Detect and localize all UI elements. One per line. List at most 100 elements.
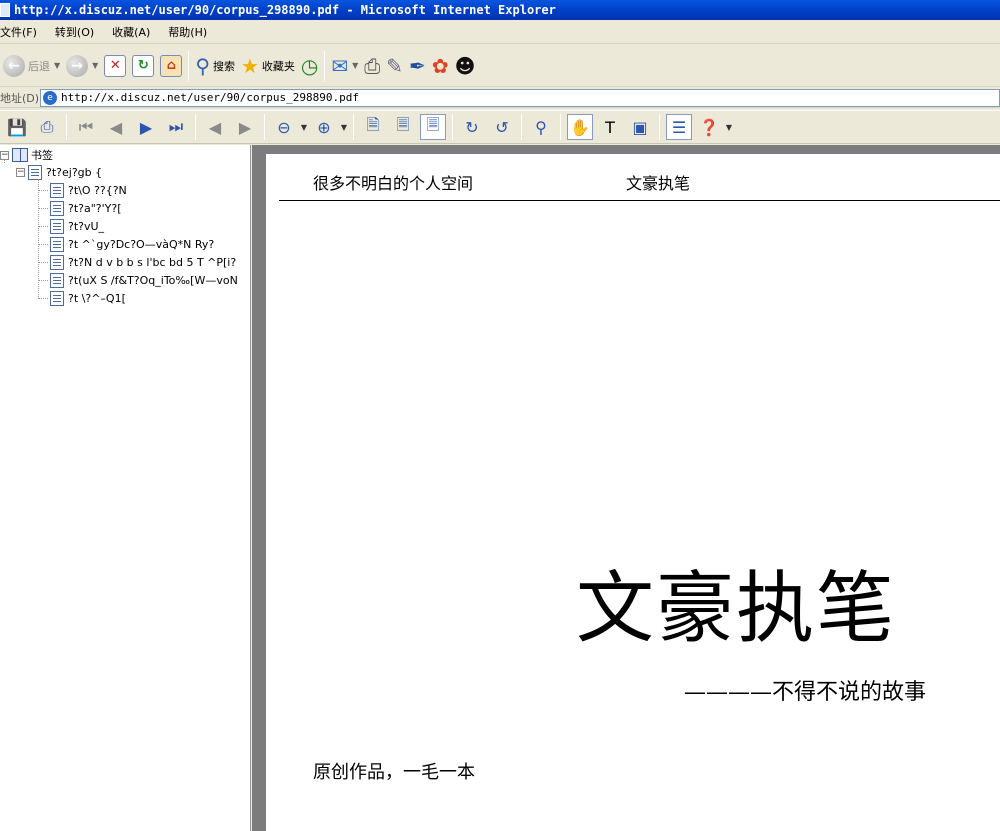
zoom-out-dropdown-icon[interactable]: ▼: [299, 114, 309, 140]
rotate-counterclockwise-icon[interactable]: ↺: [489, 114, 515, 140]
forward-button[interactable]: → ▼: [63, 50, 101, 82]
bookmark-page-icon: [50, 200, 64, 216]
history-icon: ◷: [300, 53, 319, 78]
page-header-right: 文豪执笔: [626, 174, 691, 193]
search-label: 搜索: [212, 59, 235, 73]
document-viewer[interactable]: 很多不明白的个人空间 文豪执笔 文豪执笔 ————不得不说的故事 原创作品，一毛…: [252, 145, 1000, 831]
stop-button[interactable]: ✕: [101, 50, 129, 82]
address-field[interactable]: e http://x.discuz.net/user/90/corpus_298…: [40, 88, 1000, 107]
fit-width-icon[interactable]: 🗏: [420, 114, 446, 140]
bookmarks-root[interactable]: − 书签: [0, 147, 53, 163]
stop-icon: ✕: [104, 54, 127, 77]
menu-favorites[interactable]: 收藏(A): [112, 24, 158, 40]
search-icon: ⚲: [195, 53, 210, 78]
mail-dropdown-icon[interactable]: ▼: [352, 61, 358, 70]
collapse-parent-icon[interactable]: −: [16, 167, 25, 177]
tree-connector: [38, 189, 48, 191]
bookmark-item[interactable]: ?t?vU_: [38, 217, 104, 235]
rotate-clockwise-icon[interactable]: ↻: [459, 114, 485, 140]
tree-connector: [38, 243, 48, 245]
bookmark-item[interactable]: ?t ^`gy?Dc?O—vàQ*N Ry?: [38, 235, 214, 253]
bookmark-page-icon: [50, 272, 64, 288]
toolbar-separator: [324, 50, 326, 81]
bookmark-parent[interactable]: − ?t?ej?gb {: [16, 163, 102, 181]
page-header-left: 很多不明白的个人空间: [313, 174, 474, 193]
pdf-toolbar-separator: [353, 114, 354, 140]
history-button[interactable]: ◷: [298, 50, 321, 82]
back-dropdown-icon[interactable]: ▼: [54, 61, 60, 70]
bookmark-item[interactable]: ?t?N d v b b s l'bc bd 5 T ^P[i?: [38, 253, 236, 271]
window-title: http://x.discuz.net/user/90/corpus_29889…: [14, 3, 556, 17]
find-binoculars-icon[interactable]: ⚲: [528, 114, 554, 140]
first-page-icon[interactable]: ⏮: [73, 114, 99, 140]
tree-connector: [38, 225, 48, 227]
qq-button[interactable]: ☻: [452, 50, 479, 82]
bookmark-page-icon: [50, 254, 64, 270]
last-page-icon[interactable]: ⏭: [163, 114, 189, 140]
zoom-out-icon[interactable]: ⊖: [271, 114, 297, 140]
forward-arrow-icon: →: [66, 54, 89, 77]
ie-page-icon: e: [43, 90, 57, 105]
print-pdf-icon[interactable]: ⎙: [34, 114, 60, 140]
back-button[interactable]: ← 后退 ▼: [0, 50, 63, 82]
edit-button[interactable]: ✎: [383, 50, 406, 82]
msn-button[interactable]: ✿: [429, 50, 452, 82]
bookmark-item[interactable]: ?t?a"?'Y?[: [38, 199, 122, 217]
collapse-root-icon[interactable]: −: [0, 150, 9, 160]
bookmark-item-label: ?t \?^–Q1[: [68, 291, 126, 305]
tree-connector: [38, 261, 48, 263]
save-icon[interactable]: 💾: [4, 114, 30, 140]
search-button[interactable]: ⚲ 搜索: [192, 50, 238, 82]
forward-dropdown-icon[interactable]: ▼: [92, 61, 98, 70]
bookmarks-panel: − 书签 − ?t?ej?gb { ?t\O ??{?N ?t?a"?'Y?[ …: [0, 145, 251, 831]
bookmark-item[interactable]: ?t \?^–Q1[: [38, 289, 126, 307]
messenger-button[interactable]: ✒: [406, 50, 429, 82]
fit-page-icon[interactable]: 🗏: [390, 114, 416, 140]
text-select-icon[interactable]: T: [597, 114, 623, 140]
previous-page-icon[interactable]: ◀: [103, 114, 129, 140]
address-label: 地址(D): [0, 91, 40, 105]
header-rule: [279, 200, 1000, 201]
print-button[interactable]: ⎙: [361, 50, 383, 82]
pdf-toolbar-separator: [66, 114, 67, 140]
bookmarks-panel-icon[interactable]: ☰: [666, 114, 692, 140]
home-icon: ⌂: [160, 54, 183, 77]
refresh-button[interactable]: ↻: [129, 50, 157, 82]
actual-size-icon[interactable]: 🗎: [360, 114, 386, 140]
favorites-label: 收藏夹: [261, 59, 295, 73]
tree-connector: [38, 207, 48, 209]
back-label: 后退: [28, 59, 50, 73]
bookmark-item-label: ?t?a"?'Y?[: [68, 201, 122, 215]
help-icon[interactable]: ❓: [696, 114, 722, 140]
zoom-in-icon[interactable]: ⊕: [311, 114, 337, 140]
menu-help[interactable]: 帮助(H): [168, 24, 215, 40]
bookmark-item[interactable]: ?t(uX S /f&T?Oq_iTo‰[W—voN: [38, 271, 238, 289]
menu-goto[interactable]: 转到(O): [55, 24, 102, 40]
go-forward-view-icon[interactable]: ▶: [232, 114, 258, 140]
bookmarks-root-label: 书签: [31, 149, 53, 162]
pdf-toolbar-separator: [195, 114, 196, 140]
go-back-view-icon[interactable]: ◀: [202, 114, 228, 140]
bookmark-item-label: ?t ^`gy?Dc?O—vàQ*N Ry?: [68, 237, 215, 251]
next-page-icon[interactable]: ▶: [133, 114, 159, 140]
favorites-button[interactable]: ★ 收藏夹: [238, 50, 298, 82]
help-dropdown-icon[interactable]: ▼: [724, 114, 734, 140]
bookmark-page-icon: [50, 218, 64, 234]
home-button[interactable]: ⌂: [157, 50, 185, 82]
pdf-toolbar-separator: [521, 114, 522, 140]
bookmark-item-label: ?t?N d v b b s l'bc bd 5 T ^P[i?: [68, 255, 237, 269]
tree-connector: [38, 279, 48, 281]
mail-button[interactable]: ✉ ▼: [328, 50, 361, 82]
zoom-in-dropdown-icon[interactable]: ▼: [339, 114, 349, 140]
bookmark-page-icon: [28, 164, 42, 180]
pdf-toolbar-separator: [264, 114, 265, 140]
bookmark-item[interactable]: ?t\O ??{?N: [38, 181, 127, 199]
snapshot-camera-icon[interactable]: ▣: [627, 114, 653, 140]
address-url[interactable]: http://x.discuz.net/user/90/corpus_29889…: [61, 91, 359, 104]
pdf-toolbar-separator: [560, 114, 561, 140]
menu-file[interactable]: 文件(F): [0, 24, 45, 40]
bookmark-item-label: ?t?vU_: [68, 219, 105, 233]
standard-toolbar: ← 后退 ▼ → ▼ ✕ ↻ ⌂ ⚲ 搜索 ★ 收藏夹 ◷ ✉ ▼ ⎙ ✎ ✒ …: [0, 45, 1000, 87]
hand-tool-icon[interactable]: ✋: [567, 114, 593, 140]
pdf-page: 很多不明白的个人空间 文豪执笔 文豪执笔 ————不得不说的故事 原创作品，一毛…: [266, 154, 1000, 831]
